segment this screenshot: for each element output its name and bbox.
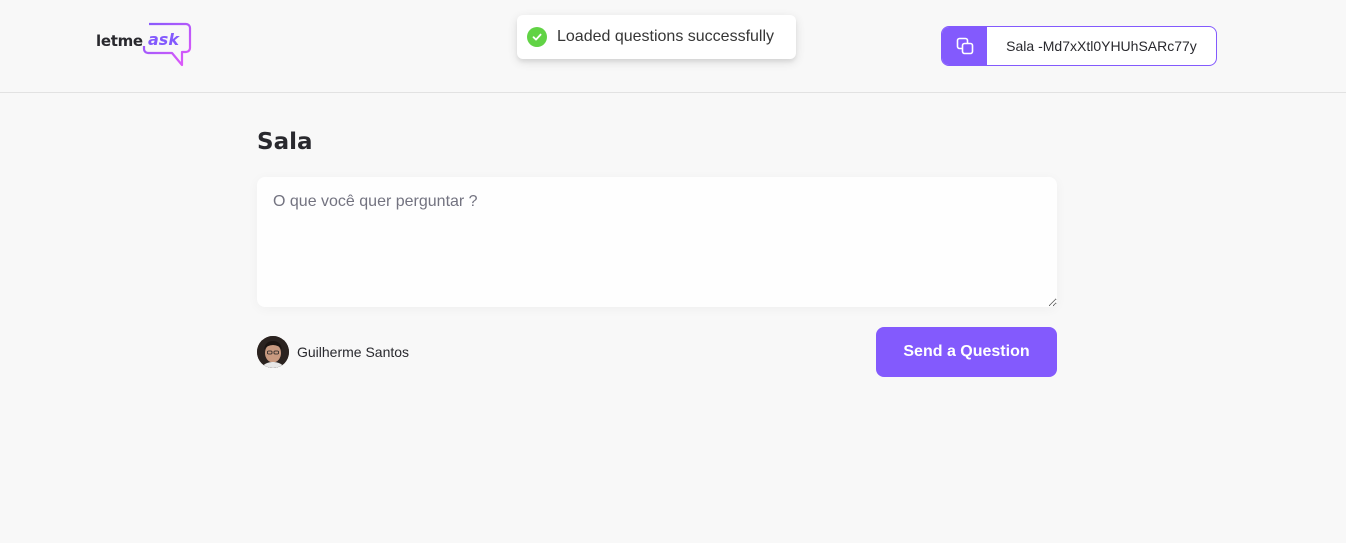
room-code-button[interactable]: Sala -Md7xXtl0YHUhSARc77y <box>941 26 1217 66</box>
avatar <box>257 336 289 368</box>
toast-notification: Loaded questions successfully <box>517 15 796 59</box>
logo-text-ask: ask <box>148 30 179 49</box>
copy-icon <box>942 27 987 65</box>
check-circle-icon <box>527 27 547 47</box>
send-question-button[interactable]: Send a Question <box>876 327 1057 377</box>
letmeask-logo[interactable]: letme ask <box>96 22 192 70</box>
user-info: Guilherme Santos <box>257 336 409 368</box>
logo-text-letme: letme <box>96 32 143 50</box>
form-footer: Guilherme Santos Send a Question <box>257 327 1057 377</box>
page-title: Sala <box>257 129 313 155</box>
question-input[interactable] <box>257 177 1057 307</box>
main-content: Sala Guilherme Santos Send a Question <box>257 93 1057 377</box>
room-code-label: Sala -Md7xXtl0YHUhSARc77y <box>1006 38 1197 54</box>
user-name: Guilherme Santos <box>297 344 410 360</box>
header: letme ask Loaded questions successfully … <box>0 0 1346 93</box>
toast-message: Loaded questions successfully <box>557 28 775 45</box>
